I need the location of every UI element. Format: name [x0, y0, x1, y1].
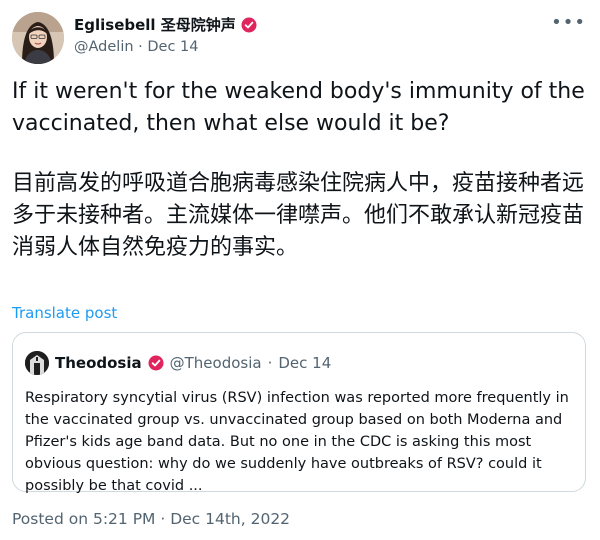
quoted-post-text: Respiratory syncytial virus (RSV) infect…	[25, 390, 569, 494]
author-handle[interactable]: @Adelin	[74, 39, 134, 55]
author-block: Eglisebell 圣母院钟声 @Adelin · Dec 14	[74, 14, 257, 55]
translate-post-link[interactable]: Translate post	[12, 304, 117, 322]
quoted-meta-separator: ·	[267, 354, 273, 372]
post-date[interactable]: Dec 14	[147, 39, 198, 55]
more-options-icon[interactable]: •••	[551, 14, 586, 32]
quoted-author-name[interactable]: Theodosia	[55, 354, 142, 372]
quoted-post-header: Theodosia @Theodosia · Dec 14	[25, 351, 331, 375]
author-display-name[interactable]: Eglisebell 圣母院钟声	[74, 14, 236, 35]
quoted-post-date[interactable]: Dec 14	[278, 354, 331, 372]
verified-badge-icon	[241, 17, 257, 33]
tweet-header: Eglisebell 圣母院钟声 @Adelin · Dec 14 •••	[12, 12, 588, 64]
tweet-paragraph-chinese: 目前高发的呼吸道合胞病毒感染住院病人中，疫苗接种者远多于未接种者。主流媒体一律噤…	[12, 171, 585, 260]
tweet-body: If it weren't for the weakend body's imm…	[12, 76, 596, 264]
posted-timestamp[interactable]: Posted on 5:21 PM · Dec 14th, 2022	[12, 510, 290, 528]
quoted-verified-badge-icon	[148, 355, 164, 371]
meta-separator: ·	[138, 39, 143, 55]
quoted-author-avatar	[25, 351, 49, 375]
tweet-paragraph-english: If it weren't for the weakend body's imm…	[12, 79, 585, 136]
author-meta: @Adelin · Dec 14	[74, 39, 257, 55]
quoted-author-handle[interactable]: @Theodosia	[170, 354, 262, 372]
author-avatar[interactable]	[12, 12, 64, 64]
quoted-post-card[interactable]: Theodosia @Theodosia · Dec 14 Respirator…	[12, 332, 586, 494]
